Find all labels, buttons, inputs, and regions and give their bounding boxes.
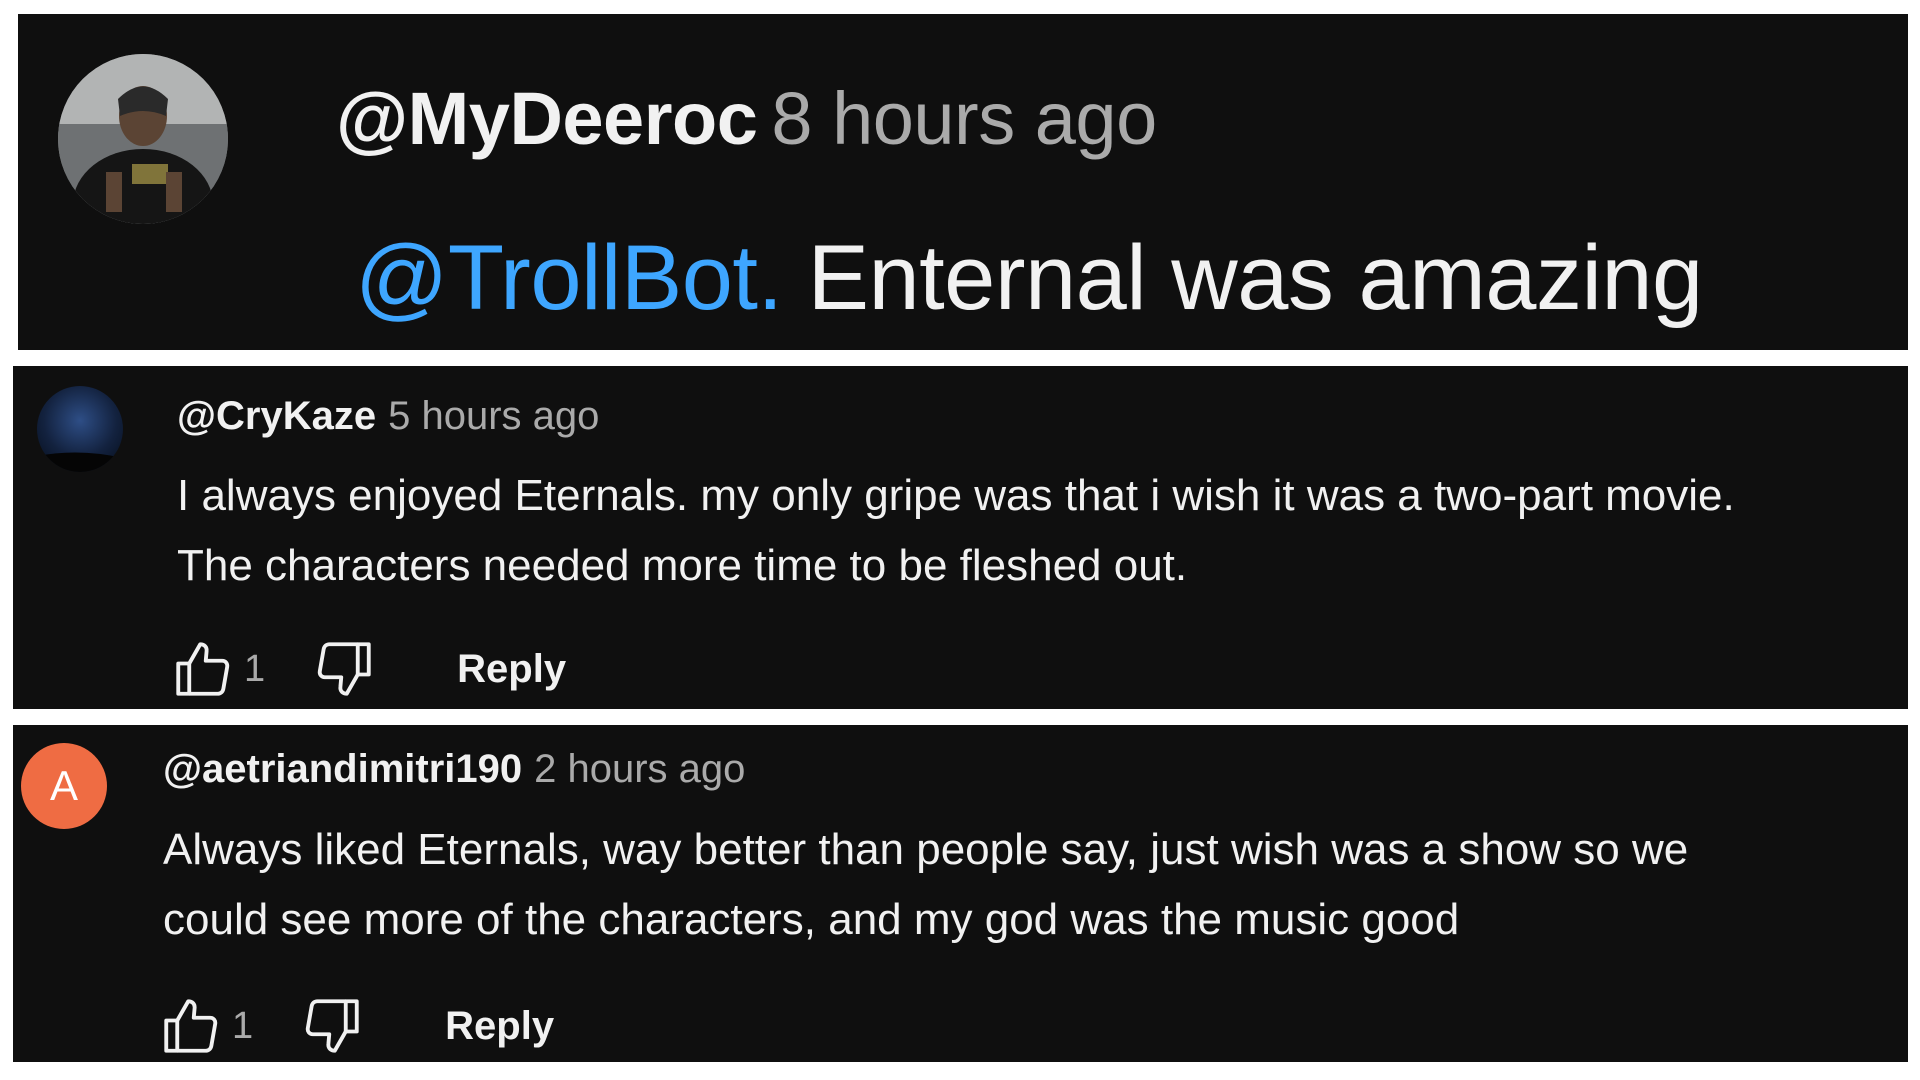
comment-header: @CryKaze 5 hours ago — [177, 394, 599, 439]
thumbs-up-icon[interactable] — [158, 993, 224, 1059]
comment-body: Enternal was amazing — [807, 227, 1704, 329]
comment-text: I always enjoyed Eternals. my only gripe… — [177, 461, 1735, 601]
comment-card: A @aetriandimitri190 2 hours ago Always l… — [13, 725, 1908, 1062]
comment-header: @MyDeeroc 8 hours ago — [336, 76, 1157, 161]
comment-text: @TrollBot. Enternal was amazing — [355, 226, 1703, 331]
comment-author[interactable]: @CryKaze — [177, 394, 376, 438]
comment-text: Always liked Eternals, way better than p… — [163, 815, 1688, 955]
comment-author[interactable]: @aetriandimitri190 — [163, 747, 522, 791]
avatar-letter: A — [49, 762, 78, 809]
comment-card: @MyDeeroc 8 hours ago @TrollBot. Enternal… — [18, 14, 1908, 350]
mention-link[interactable]: @TrollBot. — [355, 227, 783, 329]
comment-timestamp[interactable]: 5 hours ago — [388, 394, 599, 438]
like-count: 1 — [232, 1004, 254, 1047]
reply-button[interactable]: Reply — [445, 1004, 554, 1049]
user-avatar[interactable] — [58, 54, 228, 224]
comment-actions: 1 Reply — [158, 991, 554, 1061]
user-avatar[interactable]: A — [21, 743, 107, 829]
comment-timestamp[interactable]: 8 hours ago — [771, 77, 1157, 160]
reply-button[interactable]: Reply — [457, 647, 566, 692]
comment-line: could see more of the characters, and my… — [163, 895, 1460, 944]
comment-line: I always enjoyed Eternals. my only gripe… — [177, 471, 1735, 520]
comment-line: Always liked Eternals, way better than p… — [163, 825, 1689, 874]
comment-line: The characters needed more time to be fl… — [177, 541, 1188, 590]
comment-card: @CryKaze 5 hours ago I always enjoyed Ete… — [13, 366, 1908, 709]
like-count: 1 — [244, 647, 266, 690]
comment-header: @aetriandimitri190 2 hours ago — [163, 747, 745, 792]
comment-author[interactable]: @MyDeeroc — [336, 77, 758, 160]
thumbs-down-icon[interactable] — [311, 636, 377, 702]
comment-timestamp[interactable]: 2 hours ago — [534, 747, 745, 791]
thumbs-up-icon[interactable] — [170, 636, 236, 702]
comment-actions: 1 Reply — [170, 634, 566, 704]
thumbs-down-icon[interactable] — [299, 993, 365, 1059]
user-avatar[interactable] — [37, 386, 123, 472]
